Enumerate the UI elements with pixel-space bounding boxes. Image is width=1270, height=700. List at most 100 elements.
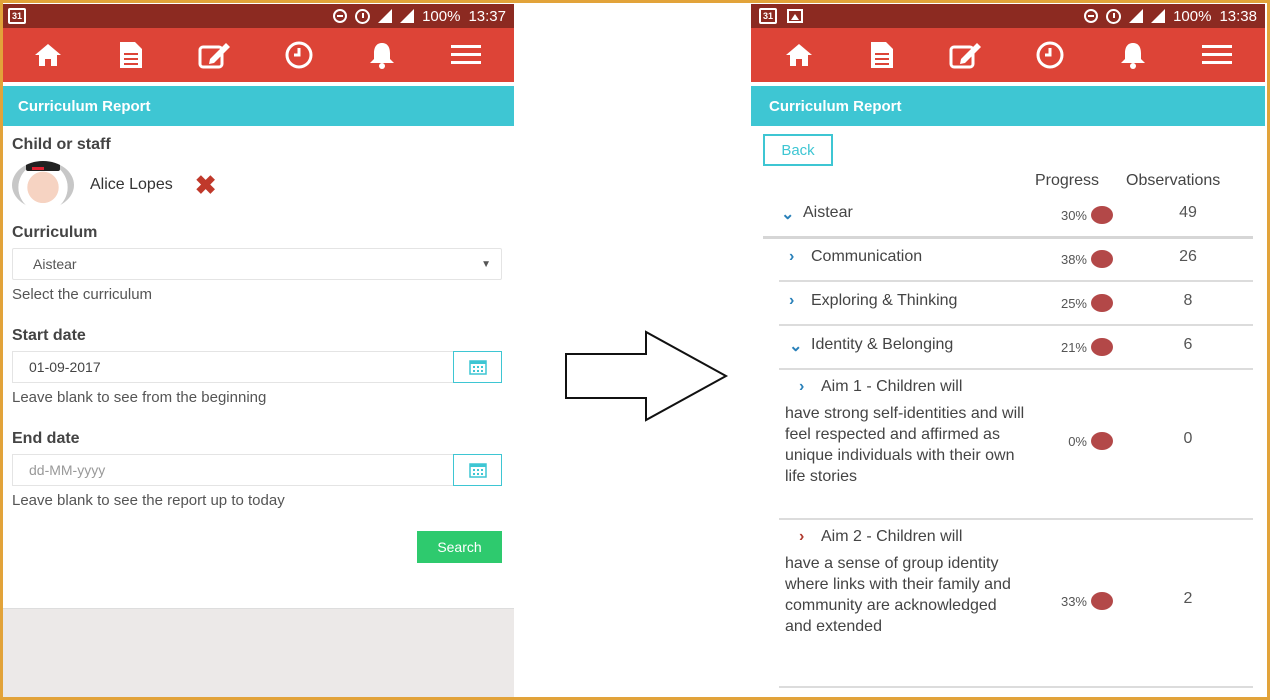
progress-dot xyxy=(1091,250,1113,268)
progress-percent: 38% xyxy=(1060,252,1087,267)
divider xyxy=(779,324,1253,326)
search-button[interactable]: Search xyxy=(417,531,502,563)
nav-bar xyxy=(751,28,1265,82)
divider xyxy=(779,368,1253,370)
divider xyxy=(779,518,1253,520)
progress-percent: 21% xyxy=(1060,340,1087,355)
bell-icon[interactable] xyxy=(1113,35,1153,75)
calendar-status-icon: 31 xyxy=(759,8,777,24)
observation-count: 26 xyxy=(1179,248,1197,265)
edit-icon[interactable] xyxy=(946,35,986,75)
progress-dot xyxy=(1091,432,1113,450)
progress-percent: 33% xyxy=(1060,594,1087,609)
calendar-icon xyxy=(468,360,487,375)
observation-count: 6 xyxy=(1183,336,1193,353)
row-label: Identity & Belonging xyxy=(811,336,954,353)
image-notification-icon xyxy=(787,9,803,23)
empty-area xyxy=(0,608,514,698)
nav-bar xyxy=(0,28,514,82)
transition-arrow-icon xyxy=(565,330,729,422)
alarm-icon xyxy=(355,8,371,24)
signal-icon-2 xyxy=(400,9,415,23)
divider xyxy=(763,236,1253,239)
curriculum-select[interactable]: Aistear ▼ xyxy=(12,248,502,280)
progress-dot xyxy=(1091,338,1113,356)
column-headers: Progress Observations xyxy=(751,172,1265,194)
page-title: Curriculum Report xyxy=(751,86,1265,126)
status-bar: 31 100% 13:37 xyxy=(0,4,514,28)
tree-row-aim-2[interactable]: › Aim 2 - Children will have a sense of … xyxy=(763,522,1253,682)
row-label: Aim 1 - Children will xyxy=(821,378,963,395)
progress-dot xyxy=(1091,592,1113,610)
document-icon[interactable] xyxy=(111,35,151,75)
status-time: 13:37 xyxy=(468,7,506,25)
progress-percent: 0% xyxy=(1068,434,1087,449)
row-label: Exploring & Thinking xyxy=(811,292,958,309)
calendar-icon xyxy=(468,463,487,478)
avatar xyxy=(12,161,74,209)
page-title: Curriculum Report xyxy=(0,86,514,126)
child-name: Alice Lopes xyxy=(90,176,173,193)
progress-header: Progress xyxy=(1035,172,1100,189)
signal-icon xyxy=(1129,9,1144,23)
child-selection: Alice Lopes ✖ xyxy=(12,160,502,210)
chevron-right-icon: › xyxy=(799,378,805,395)
back-button[interactable]: Back xyxy=(763,134,833,166)
report-form: Child or staff Alice Lopes ✖ Curriculum … xyxy=(0,126,514,563)
bell-icon[interactable] xyxy=(362,35,402,75)
status-time: 13:38 xyxy=(1219,7,1257,25)
tree-row-exploring-thinking[interactable]: › Exploring & Thinking 25% 8 xyxy=(763,284,1253,320)
tree-row-identity-belonging[interactable]: ⌄ Identity & Belonging 21% 6 xyxy=(763,328,1253,364)
end-date-label: End date xyxy=(12,430,80,447)
remove-child-icon[interactable]: ✖ xyxy=(195,172,217,198)
observation-count: 49 xyxy=(1179,204,1197,221)
tree-row-aistear[interactable]: ⌄ Aistear 30% 49 xyxy=(763,198,1253,234)
chevron-right-icon: › xyxy=(789,248,795,265)
row-label: Aistear xyxy=(803,204,853,221)
observation-count: 8 xyxy=(1183,292,1193,309)
divider xyxy=(779,280,1253,282)
chevron-right-icon: › xyxy=(799,528,805,545)
end-calendar-button[interactable] xyxy=(453,454,502,486)
start-calendar-button[interactable] xyxy=(453,351,502,383)
edit-icon[interactable] xyxy=(195,35,235,75)
tree-row-aim-1[interactable]: › Aim 1 - Children will have strong self… xyxy=(763,372,1253,512)
progress-percent: 30% xyxy=(1060,208,1087,223)
clock-icon[interactable] xyxy=(279,35,319,75)
left-screen: 31 100% 13:37 Curriculum Report Child or… xyxy=(0,4,514,698)
observation-count: 0 xyxy=(1183,430,1193,447)
row-label-continued: have a sense of group identity where lin… xyxy=(785,555,1011,635)
start-date-help: Leave blank to see from the beginning xyxy=(12,389,267,406)
right-screen: 31 100% 13:38 Curriculum Report Back Pro… xyxy=(751,4,1265,698)
end-date-field[interactable]: dd-MM-yyyy xyxy=(12,454,453,486)
start-date-row: 01-09-2017 xyxy=(12,351,502,383)
home-icon[interactable] xyxy=(28,35,68,75)
row-label-continued: have strong self-identities and will fee… xyxy=(785,405,1025,485)
start-date-field[interactable]: 01-09-2017 xyxy=(12,351,453,383)
battery-level: 100% xyxy=(422,7,461,25)
status-bar: 31 100% 13:38 xyxy=(751,4,1265,28)
menu-icon[interactable] xyxy=(446,35,486,75)
home-icon[interactable] xyxy=(779,35,819,75)
start-date-label: Start date xyxy=(12,327,86,344)
curriculum-value: Aistear xyxy=(33,256,77,272)
divider xyxy=(779,686,1253,688)
tree-row-communication[interactable]: › Communication 38% 26 xyxy=(763,240,1253,276)
progress-dot xyxy=(1091,294,1113,312)
clock-icon[interactable] xyxy=(1030,35,1070,75)
calendar-status-icon: 31 xyxy=(8,8,26,24)
signal-icon xyxy=(378,9,393,23)
chevron-down-icon: ▼ xyxy=(481,258,491,270)
data-saver-icon xyxy=(333,9,348,23)
observation-count: 2 xyxy=(1183,590,1193,607)
row-label: Aim 2 - Children will xyxy=(821,528,963,545)
signal-icon-2 xyxy=(1151,9,1166,23)
document-icon[interactable] xyxy=(862,35,902,75)
end-date-row: dd-MM-yyyy xyxy=(12,454,502,486)
chevron-right-icon: › xyxy=(789,292,795,309)
curriculum-label: Curriculum xyxy=(12,224,98,241)
data-saver-icon xyxy=(1084,9,1099,23)
observations-header: Observations xyxy=(1126,172,1221,189)
chevron-down-icon: ⌄ xyxy=(789,338,803,355)
menu-icon[interactable] xyxy=(1197,35,1237,75)
